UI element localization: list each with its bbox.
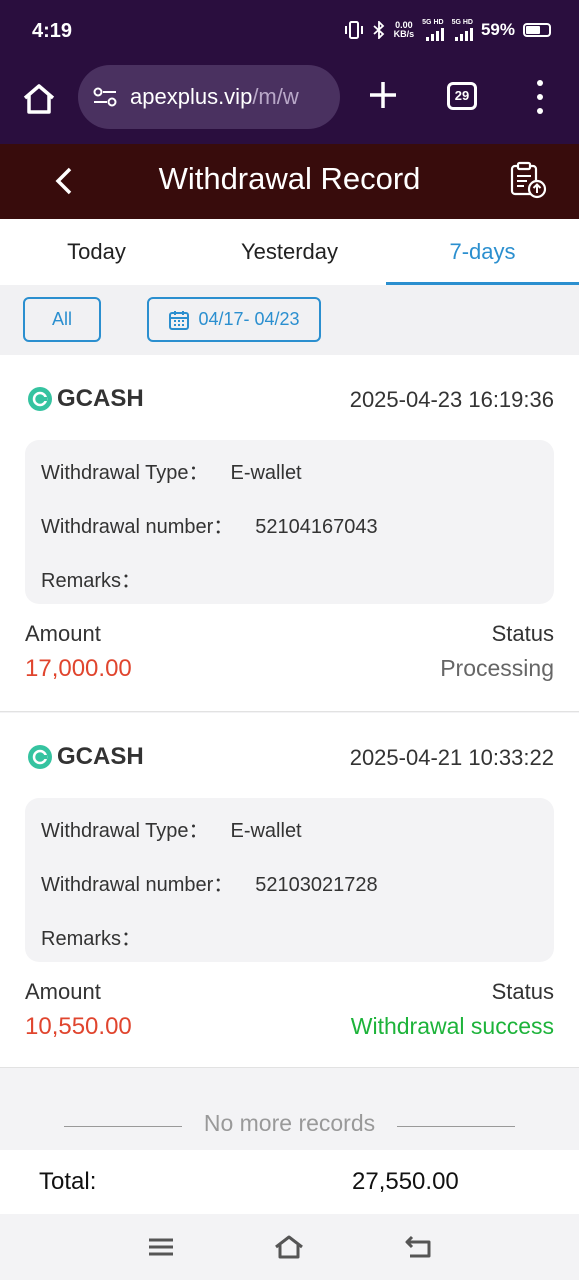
brand-name: GCASH: [57, 385, 144, 412]
remarks-row: Remarks：: [41, 928, 142, 950]
status-value: Processing: [440, 655, 554, 681]
amount-label: Amount: [25, 621, 101, 646]
filter-all-button[interactable]: All: [23, 297, 101, 342]
url-path: /m/w: [252, 84, 299, 109]
tune-icon[interactable]: [92, 86, 118, 108]
record-details: Withdrawal Type： E-wallet Withdrawal numb…: [25, 440, 554, 604]
status-icons: 0.00 KB/s 5G HD 5G HD 59%: [344, 18, 551, 41]
home-icon[interactable]: [20, 80, 58, 118]
plus-icon[interactable]: [366, 78, 400, 112]
total-label: Total:: [39, 1168, 97, 1195]
net-speed: 0.00 KB/s: [393, 19, 415, 39]
withdrawal-type-row: Withdrawal Type： E-wallet: [41, 462, 302, 484]
status-time: 4:19: [32, 20, 73, 42]
status-label: Status: [491, 979, 554, 1004]
amount-label: Amount: [25, 979, 101, 1004]
withdrawal-number-row: Withdrawal number： 52103021728: [41, 874, 378, 896]
status-value: Withdrawal success: [350, 1013, 554, 1039]
payment-brand: GCASH: [27, 385, 144, 413]
total-value: 27,550.00: [352, 1168, 459, 1195]
brand-name: GCASH: [57, 743, 144, 770]
url-bar[interactable]: apexplus.vip/m/w: [78, 65, 340, 129]
withdrawal-type-row: Withdrawal Type： E-wallet: [41, 820, 302, 842]
record-card[interactable]: GCASH 2025-04-21 10:33:22 Withdrawal Typ…: [0, 713, 579, 1068]
sim2-signal: 5G HD: [452, 18, 473, 41]
tab-yesterday[interactable]: Yesterday: [193, 219, 386, 285]
amount-value: 17,000.00: [25, 655, 132, 682]
amount-value: 10,550.00: [25, 1013, 132, 1040]
gcash-logo: [28, 387, 52, 411]
sim1-signal: 5G HD: [422, 18, 444, 41]
status-bar: 4:19 0.00 KB/s 5G HD 5G HD 59%: [0, 0, 579, 62]
record-details: Withdrawal Type： E-wallet Withdrawal numb…: [25, 798, 554, 962]
battery-percent: 59%: [480, 19, 515, 39]
record-card[interactable]: GCASH 2025-04-23 16:19:36 Withdrawal Typ…: [0, 355, 579, 712]
page-title: Withdrawal Record: [158, 161, 421, 196]
calendar-icon: [169, 310, 190, 330]
remarks-row: Remarks：: [41, 570, 142, 592]
divider: [397, 1126, 515, 1127]
total-bar: Total: 27,550.00: [0, 1150, 579, 1214]
payment-brand: GCASH: [27, 743, 144, 771]
status-label: Status: [491, 621, 554, 646]
record-upload-icon[interactable]: [508, 160, 548, 200]
divider: [64, 1126, 182, 1127]
tabs-icon[interactable]: 29: [447, 82, 477, 110]
url-host: apexplus.vip: [130, 84, 253, 109]
vibrate-icon: [344, 20, 363, 39]
browser-toolbar: apexplus.vip/m/w 29: [0, 62, 579, 144]
bluetooth-icon: [373, 20, 384, 39]
date-range-button[interactable]: 04/17- 04/23: [147, 297, 321, 342]
tab-today[interactable]: Today: [0, 219, 193, 285]
no-more-records: No more records: [0, 1110, 579, 1137]
page-header: Withdrawal Record: [0, 144, 579, 219]
record-datetime: 2025-04-21 10:33:22: [349, 745, 554, 770]
nav-home-icon[interactable]: [273, 1232, 305, 1262]
battery-icon: [523, 22, 551, 37]
no-more-text: No more records: [203, 1110, 376, 1136]
record-datetime: 2025-04-23 16:19:36: [349, 387, 554, 412]
filter-bar: All 04/17- 04/23: [0, 285, 579, 355]
gcash-logo: [28, 745, 52, 769]
nav-back-icon[interactable]: [402, 1232, 434, 1262]
nav-menu-icon[interactable]: [145, 1232, 177, 1262]
system-nav-bar: [0, 1214, 579, 1280]
date-tabs: Today Yesterday 7-days: [0, 219, 579, 285]
tab-7-days[interactable]: 7-days: [386, 219, 579, 285]
date-range-label: 04/17- 04/23: [198, 309, 300, 329]
withdrawal-number-row: Withdrawal number： 52104167043: [41, 516, 378, 538]
more-vert-icon[interactable]: [530, 80, 550, 114]
